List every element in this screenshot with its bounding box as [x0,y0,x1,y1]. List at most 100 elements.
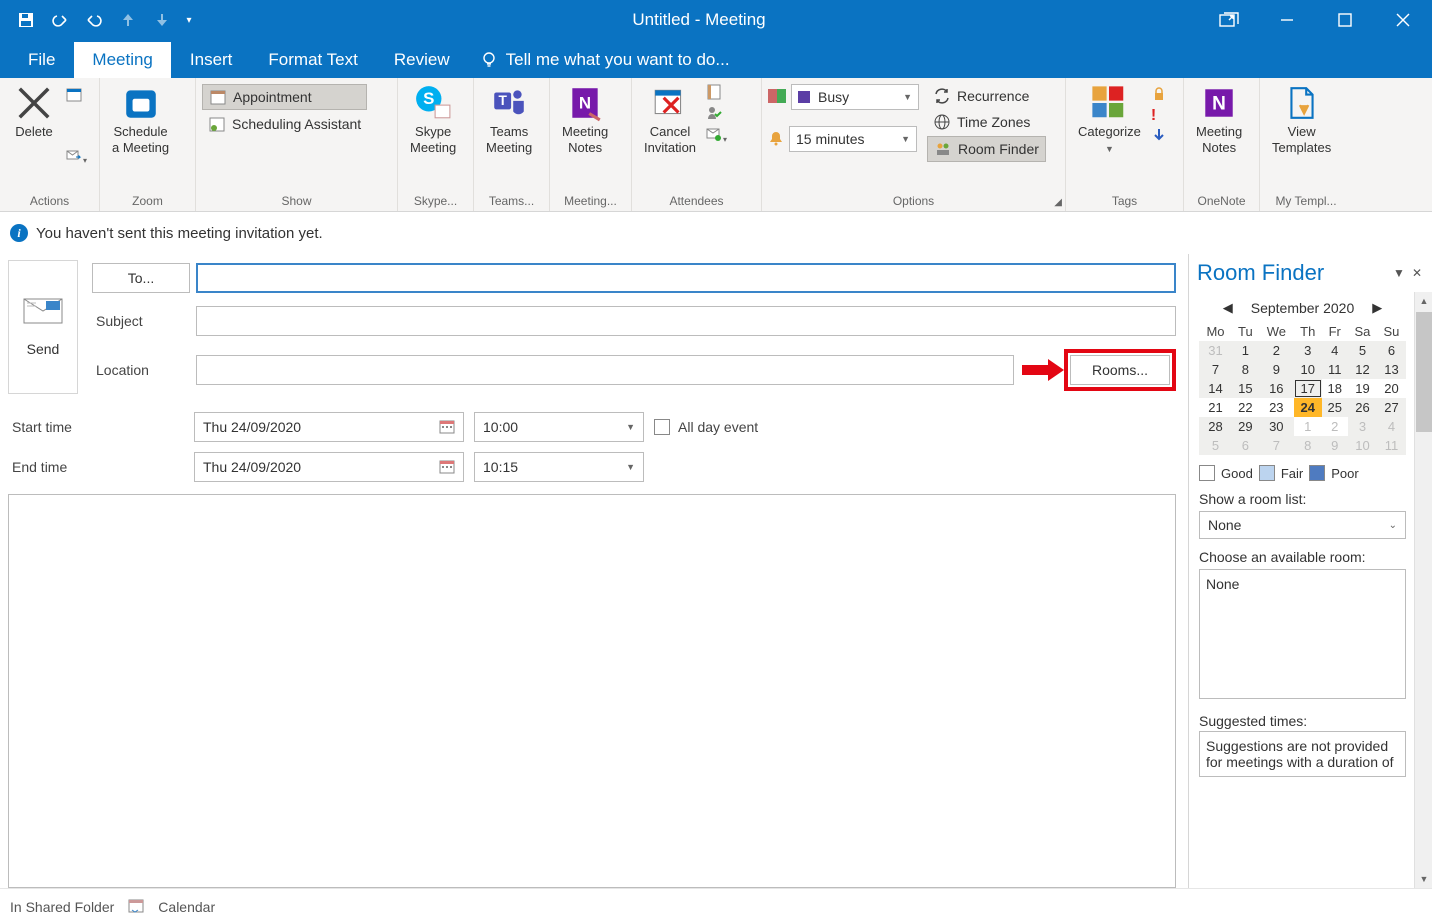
tab-format-text[interactable]: Format Text [250,42,375,78]
calendar-day[interactable]: 19 [1348,379,1377,398]
calendar-day[interactable]: 21 [1199,398,1232,417]
calendar-day[interactable]: 11 [1322,360,1348,379]
low-importance-icon[interactable] [1151,127,1167,146]
calendar-day[interactable]: 13 [1377,360,1406,379]
onenote-notes-button[interactable]: N Meeting Notes [1188,80,1250,159]
teams-meeting-button[interactable]: T Teams Meeting [478,80,540,159]
time-zones-button[interactable]: Time Zones [927,110,1046,134]
calendar-day[interactable]: 18 [1322,379,1348,398]
calendar-day[interactable]: 2 [1259,341,1294,360]
calendar-day[interactable]: 26 [1348,398,1377,417]
calendar-day[interactable]: 27 [1377,398,1406,417]
popout-icon[interactable] [1200,0,1258,40]
calendar-mini-icon[interactable] [66,86,87,105]
pane-dropdown-icon[interactable]: ▼ [1392,266,1406,280]
to-button[interactable]: To... [92,263,190,293]
calendar-day[interactable]: 25 [1322,398,1348,417]
scroll-down-icon[interactable]: ▼ [1415,870,1432,888]
calendar-day[interactable]: 16 [1259,379,1294,398]
high-importance-icon[interactable]: ! [1151,107,1167,125]
pane-close-icon[interactable]: ✕ [1410,266,1424,280]
to-input[interactable] [196,263,1176,293]
forward-mini-icon[interactable]: ▾ [66,147,87,166]
skype-meeting-button[interactable]: S Skype Meeting [402,80,464,159]
check-names-icon[interactable] [706,105,727,124]
calendar-day[interactable]: 9 [1322,436,1348,455]
subject-input[interactable] [196,306,1176,336]
calendar-day[interactable]: 28 [1199,417,1232,436]
end-time-picker[interactable]: 10:15▼ [474,452,644,482]
calendar-day[interactable]: 7 [1199,360,1232,379]
delete-button[interactable]: Delete [4,80,64,144]
room-finder-button[interactable]: Room Finder [927,136,1046,162]
end-date-picker[interactable]: Thu 24/09/2020 [194,452,464,482]
calendar-day[interactable]: 3 [1294,341,1322,360]
calendar-day[interactable]: 11 [1377,436,1406,455]
view-templates-button[interactable]: View Templates [1264,80,1339,159]
calendar-day[interactable]: 10 [1294,360,1322,379]
schedule-meeting-button[interactable]: Schedule a Meeting [104,80,177,159]
tab-meeting[interactable]: Meeting [73,41,171,78]
room-list-select[interactable]: None⌄ [1199,511,1406,539]
start-date-picker[interactable]: Thu 24/09/2020 [194,412,464,442]
calendar-day[interactable]: 8 [1232,360,1259,379]
tab-insert[interactable]: Insert [172,42,251,78]
tab-review[interactable]: Review [376,42,468,78]
calendar-day[interactable]: 24 [1294,398,1322,417]
scheduling-assistant-button[interactable]: Scheduling Assistant [202,112,367,136]
rooms-button[interactable]: Rooms... [1070,355,1170,385]
calendar-day[interactable]: 4 [1322,341,1348,360]
categorize-button[interactable]: Categorize▼ [1070,80,1149,159]
send-button[interactable]: Send [8,260,78,394]
prev-month-button[interactable]: ◀ [1223,300,1233,316]
undo-icon[interactable] [44,5,76,35]
calendar-day[interactable]: 2 [1322,417,1348,436]
calendar-day[interactable]: 17 [1294,379,1322,398]
calendar-day[interactable]: 29 [1232,417,1259,436]
calendar-day[interactable]: 6 [1377,341,1406,360]
calendar-day[interactable]: 30 [1259,417,1294,436]
redo-icon[interactable] [78,5,110,35]
private-lock-icon[interactable] [1151,86,1167,105]
calendar-day[interactable]: 5 [1348,341,1377,360]
start-time-picker[interactable]: 10:00▼ [474,412,644,442]
calendar-day[interactable]: 12 [1348,360,1377,379]
next-month-button[interactable]: ▶ [1372,300,1382,316]
calendar-day[interactable]: 1 [1232,341,1259,360]
meeting-body-editor[interactable] [8,494,1176,888]
calendar-day[interactable]: 1 [1294,417,1322,436]
calendar-day[interactable]: 3 [1348,417,1377,436]
calendar-day[interactable]: 7 [1259,436,1294,455]
down-arrow-icon[interactable] [146,5,178,35]
all-day-checkbox[interactable]: All day event [654,419,1176,435]
meeting-notes-button[interactable]: N Meeting Notes [554,80,616,159]
reminder-combo[interactable]: 15 minutes▼ [789,126,917,152]
show-as-combo[interactable]: Busy▼ [791,84,919,110]
pane-scrollbar[interactable]: ▲ ▼ [1414,292,1432,888]
up-arrow-icon[interactable] [112,5,144,35]
available-rooms-list[interactable]: None [1199,569,1406,699]
location-input[interactable] [196,355,1014,385]
calendar-day[interactable]: 10 [1348,436,1377,455]
calendar-day[interactable]: 20 [1377,379,1406,398]
calendar-day[interactable]: 6 [1232,436,1259,455]
calendar-day[interactable]: 8 [1294,436,1322,455]
scroll-thumb[interactable] [1416,312,1432,432]
minimize-icon[interactable] [1258,0,1316,40]
scroll-up-icon[interactable]: ▲ [1415,292,1432,310]
appointment-button[interactable]: Appointment [202,84,367,110]
qat-customize-icon[interactable]: ▾ [180,5,198,35]
calendar-day[interactable]: 4 [1377,417,1406,436]
tell-me-search[interactable]: Tell me what you want to do... [468,42,742,78]
cancel-invitation-button[interactable]: Cancel Invitation [636,80,704,159]
response-options-icon[interactable]: ▾ [706,126,727,145]
calendar-day[interactable]: 9 [1259,360,1294,379]
calendar-day[interactable]: 31 [1199,341,1232,360]
calendar-day[interactable]: 23 [1259,398,1294,417]
maximize-icon[interactable] [1316,0,1374,40]
save-icon[interactable] [10,5,42,35]
options-dialog-launcher[interactable]: ◢ [1054,197,1062,208]
calendar-day[interactable]: 14 [1199,379,1232,398]
calendar-day[interactable]: 5 [1199,436,1232,455]
recurrence-button[interactable]: Recurrence [927,84,1046,108]
